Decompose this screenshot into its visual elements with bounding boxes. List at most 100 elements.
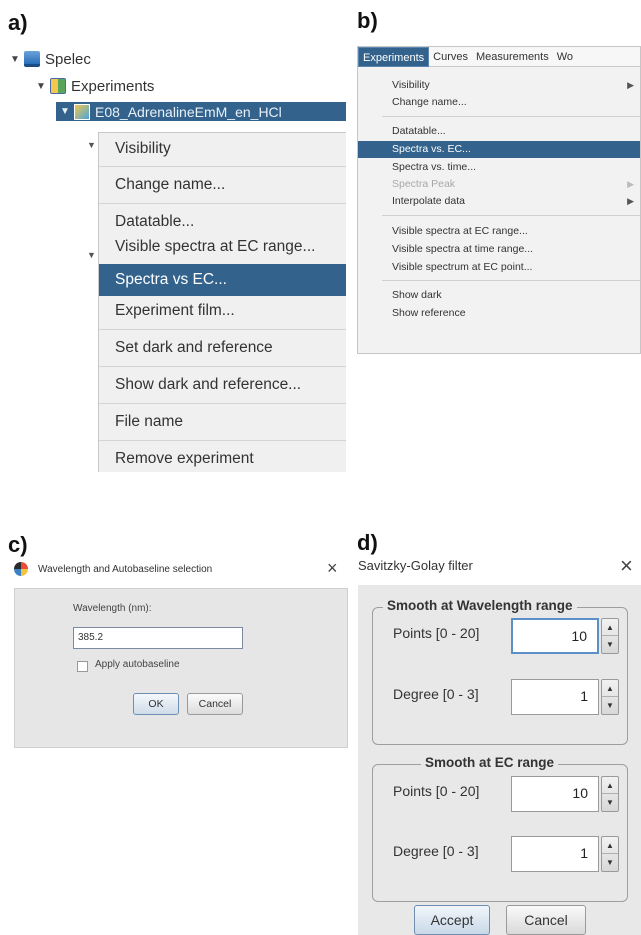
- dd-item-datatable[interactable]: Datatable...: [358, 123, 640, 140]
- tree-label-spelec: Spelec: [45, 50, 91, 68]
- submenu-arrow-icon: ▶: [627, 80, 634, 90]
- menu-item-visible-spectra-ec[interactable]: Visible spectra at EC range...: [99, 231, 346, 263]
- dd-item-show-dark[interactable]: Show dark: [358, 287, 640, 304]
- spin-up-icon[interactable]: ▲: [602, 680, 618, 697]
- spin-up-icon[interactable]: ▲: [602, 619, 618, 636]
- tree-label-selected-experiment: E08_AdrenalineEmM_en_HCl: [95, 103, 282, 120]
- menu-separator: [99, 166, 346, 167]
- group-title-wavelength: Smooth at Wavelength range: [383, 598, 577, 613]
- menu-separator: [99, 403, 346, 404]
- ok-button[interactable]: OK: [133, 693, 179, 715]
- close-icon[interactable]: ×: [327, 556, 338, 580]
- cancel-button[interactable]: Cancel: [506, 905, 586, 935]
- menu-item-spectra-vs-ec[interactable]: Spectra vs EC...: [99, 264, 346, 296]
- wavelength-label: Wavelength (nm):: [73, 603, 152, 614]
- panel-a-tree-context-menu: ▼ Spelec ▼ Experiments ▼ E08_AdrenalineE…: [10, 40, 346, 472]
- dd-label-interpolate: Interpolate data: [392, 195, 465, 207]
- tree-row-experiments[interactable]: ▼ Experiments: [36, 75, 154, 97]
- points-stepper[interactable]: ▲ ▼: [601, 618, 619, 654]
- wavelength-input[interactable]: 385.2: [73, 627, 243, 649]
- dd-item-visible-spectra-ec[interactable]: Visible spectra at EC range...: [358, 223, 640, 240]
- tree-row-spelec[interactable]: ▼ Spelec: [10, 48, 91, 70]
- degree-value: 1: [580, 688, 588, 704]
- spin-down-icon[interactable]: ▼: [602, 697, 618, 714]
- degree-label: Degree [0 - 3]: [393, 843, 479, 859]
- panel-label-a: a): [8, 10, 28, 35]
- spin-down-icon[interactable]: ▼: [602, 854, 618, 871]
- autobaseline-label: Apply autobaseline: [95, 659, 180, 670]
- expand-triangle-icon[interactable]: ▼: [10, 54, 24, 65]
- expand-triangle-icon[interactable]: ▼: [60, 106, 74, 117]
- menu-separator: [99, 440, 346, 441]
- context-menu: Visibility Change name... Datatable... V…: [98, 132, 346, 472]
- autobaseline-checkbox[interactable]: [77, 661, 88, 672]
- dd-item-visibility[interactable]: Visibility ▶: [358, 77, 640, 94]
- dd-label-spectra-peak: Spectra Peak: [392, 178, 456, 190]
- menu-item-visibility[interactable]: Visibility: [99, 133, 346, 165]
- collapse-triangle-icon[interactable]: ▼: [87, 140, 96, 150]
- degree-label: Degree [0 - 3]: [393, 686, 479, 702]
- degree-stepper[interactable]: ▲ ▼: [601, 679, 619, 715]
- spin-up-icon[interactable]: ▲: [602, 837, 618, 854]
- wavelength-dialog: Wavelength (nm): 385.2 Apply autobaselin…: [14, 588, 348, 748]
- menu-experiments[interactable]: Experiments: [358, 47, 430, 67]
- dialog-title-bar: Wavelength and Autobaseline selection: [14, 556, 350, 582]
- expand-triangle-icon[interactable]: ▼: [36, 81, 50, 92]
- menu-item-file-name[interactable]: File name: [99, 406, 346, 438]
- points-spinner[interactable]: 10: [511, 618, 599, 654]
- wavelength-smoothing-group: Smooth at Wavelength range Points [0 - 2…: [372, 598, 628, 745]
- accept-button[interactable]: Accept: [414, 905, 490, 935]
- tree-label-experiments: Experiments: [71, 77, 155, 95]
- menu-separator: [382, 280, 640, 281]
- points-value: 10: [572, 785, 588, 801]
- menu-separator: [99, 366, 346, 367]
- dd-item-spectra-vs-time[interactable]: Spectra vs. time...: [358, 159, 640, 176]
- menu-item-experiment-film[interactable]: Experiment film...: [99, 295, 346, 327]
- menubar: Experiments Curves Measurements Wo: [358, 47, 640, 67]
- menu-separator: [99, 203, 346, 204]
- menu-curves[interactable]: Curves: [429, 47, 472, 67]
- close-icon[interactable]: ×: [620, 553, 633, 579]
- menu-measurements[interactable]: Measurements: [472, 47, 553, 67]
- dialog-title: Savitzky-Golay filter: [358, 558, 473, 573]
- menu-wo[interactable]: Wo: [553, 47, 577, 67]
- dialog-title: Wavelength and Autobaseline selection: [38, 563, 213, 575]
- submenu-arrow-icon: ▶: [627, 196, 634, 206]
- group-title-ec: Smooth at EC range: [421, 755, 559, 770]
- dd-label-visibility: Visibility: [392, 79, 430, 91]
- degree-stepper[interactable]: ▲ ▼: [601, 836, 619, 872]
- collapse-triangle-icon[interactable]: ▼: [87, 250, 96, 260]
- spelec-icon: [24, 51, 40, 67]
- menu-item-show-dark-reference[interactable]: Show dark and reference...: [99, 369, 346, 401]
- points-value: 10: [571, 628, 587, 644]
- menu-item-set-dark-reference[interactable]: Set dark and reference: [99, 332, 346, 364]
- ec-smoothing-group: Smooth at EC range Points [0 - 20] 10 ▲ …: [372, 755, 628, 902]
- dd-item-spectra-peak: Spectra Peak ▶: [358, 176, 640, 193]
- menu-separator: [99, 329, 346, 330]
- spin-down-icon[interactable]: ▼: [602, 794, 618, 811]
- degree-spinner[interactable]: 1: [511, 836, 599, 872]
- menu-item-remove-experiment[interactable]: Remove experiment: [99, 443, 346, 472]
- menu-separator: [382, 116, 640, 117]
- points-label: Points [0 - 20]: [393, 783, 480, 799]
- savitzky-golay-dialog: Smooth at Wavelength range Points [0 - 2…: [358, 585, 641, 935]
- menu-item-change-name[interactable]: Change name...: [99, 169, 346, 201]
- points-stepper[interactable]: ▲ ▼: [601, 776, 619, 812]
- panel-label-d: d): [357, 530, 378, 555]
- dd-item-visible-spectra-time[interactable]: Visible spectra at time range...: [358, 241, 640, 258]
- dd-item-spectra-vs-ec[interactable]: Spectra vs. EC...: [358, 141, 640, 158]
- dd-item-visible-spectrum-point[interactable]: Visible spectrum at EC point...: [358, 259, 640, 276]
- tree-row-selected-experiment[interactable]: ▼ E08_AdrenalineEmM_en_HCl: [56, 102, 346, 121]
- panel-label-b: b): [357, 8, 378, 33]
- degree-spinner[interactable]: 1: [511, 679, 599, 715]
- spin-up-icon[interactable]: ▲: [602, 777, 618, 794]
- dd-item-interpolate-data[interactable]: Interpolate data ▶: [358, 193, 640, 210]
- app-icon: [14, 562, 28, 576]
- cancel-button[interactable]: Cancel: [187, 693, 243, 715]
- spin-down-icon[interactable]: ▼: [602, 636, 618, 653]
- points-label: Points [0 - 20]: [393, 625, 480, 641]
- dd-item-change-name[interactable]: Change name...: [358, 94, 640, 111]
- dd-item-show-reference[interactable]: Show reference: [358, 305, 640, 322]
- points-spinner[interactable]: 10: [511, 776, 599, 812]
- panel-label-c: c): [8, 532, 28, 557]
